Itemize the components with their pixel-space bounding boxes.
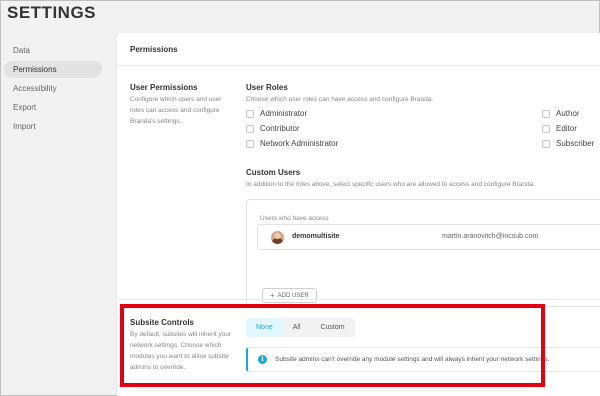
checkbox-box[interactable] — [542, 139, 550, 148]
user-permissions-description: Configure which users and user roles can… — [130, 96, 222, 125]
users-access-box: Users who have access demomultisite mart… — [246, 199, 600, 307]
role-author-checkbox[interactable]: Author — [542, 109, 580, 118]
role-network-administrator-checkbox[interactable]: Network Administrator — [246, 139, 338, 148]
checkbox-box[interactable] — [542, 109, 550, 118]
checkbox-box[interactable] — [246, 124, 254, 133]
page-title: SETTINGS — [7, 3, 97, 22]
subsite-notice: i Subsite admins can't override any modu… — [246, 347, 600, 372]
custom-users-label: Custom Users — [246, 168, 301, 177]
sidebar-item-export[interactable]: Export — [4, 99, 102, 116]
user-roles-description: Choose which user roles can have access … — [246, 96, 434, 103]
subsite-controls-label: Subsite Controls — [130, 318, 195, 327]
card-title: Permissions — [117, 33, 600, 66]
user-roles-label: User Roles — [246, 83, 288, 92]
role-contributor-checkbox[interactable]: Contributor — [246, 124, 300, 133]
role-editor-checkbox[interactable]: Editor — [542, 124, 577, 133]
section-divider — [117, 299, 600, 300]
custom-users-description: In addition to the roles above, select s… — [246, 181, 536, 188]
info-icon: i — [258, 355, 267, 364]
checkbox-box[interactable] — [542, 124, 550, 133]
checkbox-box[interactable] — [246, 109, 254, 118]
user-email: martin.aranovitch@incsub.com — [442, 233, 539, 240]
sidebar: Data Permissions Accessibility Export Im… — [4, 42, 102, 137]
user-permissions-label: User Permissions — [130, 83, 198, 92]
sidebar-item-accessibility[interactable]: Accessibility — [4, 80, 102, 97]
add-user-button[interactable]: + ADD USER — [262, 288, 317, 303]
notice-text: Subsite admins can't override any module… — [275, 356, 550, 363]
user-name: demomultisite — [292, 233, 340, 240]
tab-all[interactable]: All — [283, 318, 311, 337]
tab-custom[interactable]: Custom — [311, 318, 355, 337]
tab-none[interactable]: None — [246, 318, 283, 337]
role-administrator-checkbox[interactable]: Administrator — [246, 109, 307, 118]
sidebar-item-data[interactable]: Data — [4, 42, 102, 59]
sidebar-item-permissions[interactable]: Permissions — [4, 61, 102, 78]
role-subscriber-checkbox[interactable]: Subscriber — [542, 139, 594, 148]
subsite-tabs: None All Custom — [246, 318, 355, 337]
avatar — [271, 231, 284, 244]
sidebar-item-import[interactable]: Import — [4, 118, 102, 135]
permissions-card: Permissions User Permissions Configure w… — [117, 33, 600, 396]
user-row: demomultisite martin.aranovitch@incsub.c… — [257, 224, 600, 250]
subsite-controls-description: By default, subsites will inherit your n… — [130, 331, 232, 371]
checkbox-box[interactable] — [246, 139, 254, 148]
users-access-label: Users who have access — [260, 215, 329, 222]
